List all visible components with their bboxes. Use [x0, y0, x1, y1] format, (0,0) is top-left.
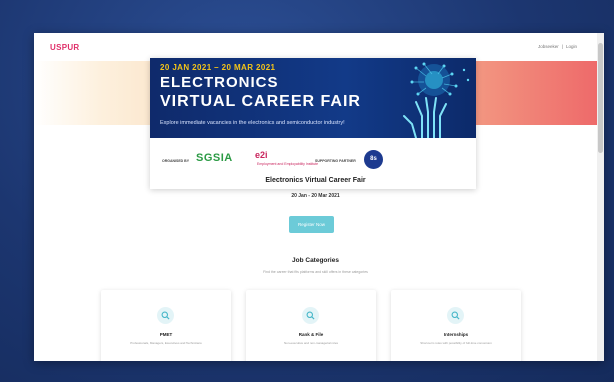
banner-header: 20 JAN 2021 – 20 MAR 2021 ELECTRONICS VI… [150, 58, 476, 138]
site-logo[interactable]: USPUR [50, 43, 80, 52]
category-title: PMET [159, 332, 173, 337]
top-nav: USPUR Jobseeker | Login [34, 33, 597, 61]
search-icon [157, 307, 174, 324]
category-description: Non-executive and non-managerial roles [283, 341, 339, 345]
category-card-internships[interactable]: Internships Short-term roles with possib… [391, 290, 521, 361]
category-card-rank-file[interactable]: Rank & File Non-executive and non-manage… [246, 290, 376, 361]
auth-divider: | [561, 44, 563, 49]
category-title: Rank & File [298, 332, 324, 337]
banner-title-line2: VIRTUAL CAREER FAIR [160, 93, 361, 110]
e2i-logo: e2i [255, 150, 268, 160]
banner-dates: 20 JAN 2021 – 20 MAR 2021 [160, 63, 276, 72]
browser-window: USPUR Jobseeker | Login 20 JAN 2021 – 20… [34, 33, 604, 361]
partner-logo: 8s [364, 150, 383, 169]
login-link[interactable]: Login [566, 44, 577, 49]
category-title: Internships [443, 332, 469, 337]
banner-tagline: Explore immediate vacancies in the elect… [160, 120, 345, 126]
circuit-hand-illustration [403, 62, 470, 138]
event-dates: 20 Jan - 20 Mar 2021 [291, 193, 340, 199]
search-icon [302, 307, 319, 324]
jobseeker-link[interactable]: Jobseeker [538, 44, 559, 49]
event-banner: 20 JAN 2021 – 20 MAR 2021 ELECTRONICS VI… [150, 58, 476, 189]
category-description: Professionals, Managers, Executives and … [130, 341, 202, 345]
banner-title-line1: ELECTRONICS [160, 74, 279, 91]
register-button[interactable]: Register Now [289, 216, 334, 233]
event-title: Electronics Virtual Career Fair [265, 177, 366, 184]
category-card-pmet[interactable]: PMET Professionals, Managers, Executives… [101, 290, 231, 361]
search-icon [447, 307, 464, 324]
category-description: Short-term roles with possibility of ful… [420, 341, 492, 345]
supporting-partner-label: SUPPORTING PARTNER [315, 159, 356, 163]
scrollbar-thumb[interactable] [598, 43, 603, 153]
auth-links: Jobseeker | Login [538, 44, 577, 49]
sgsia-logo-text: SGSIA [196, 152, 233, 164]
vertical-scrollbar[interactable] [597, 33, 604, 361]
sgsia-logo: SGSIA [196, 152, 233, 164]
organised-by-label: ORGANISED BY [162, 159, 190, 163]
job-categories-subtitle: Find the career that fits platforms and … [263, 270, 368, 274]
job-categories-title: Job Categories [292, 257, 339, 264]
e2i-logo-subtitle: Employment and Employability Institute [257, 162, 319, 166]
